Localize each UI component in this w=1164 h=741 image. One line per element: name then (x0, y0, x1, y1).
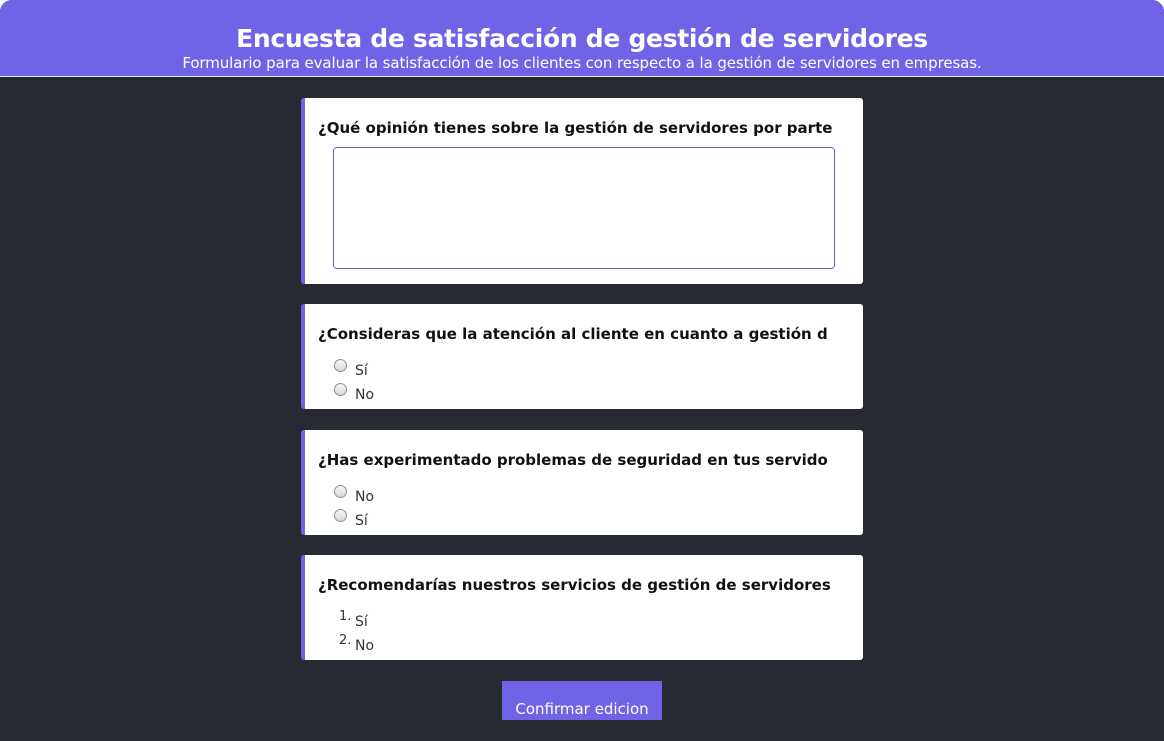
option-label: No (355, 387, 375, 403)
list-number: 1. (339, 609, 352, 624)
question-text: ¿Qué opinión tienes sobre la gestión de … (318, 119, 833, 137)
survey-page: Encuesta de satisfacción de gestión de s… (0, 0, 1164, 741)
option-label: Sí (355, 614, 368, 630)
option-label: Sí (355, 363, 368, 379)
question-card-recommend: ¿Recomendarías nuestros servicios de ges… (301, 555, 863, 660)
question-text: ¿Consideras que la atención al cliente e… (318, 325, 828, 343)
question-card-customer-service: ¿Consideras que la atención al cliente e… (301, 304, 863, 409)
option-label: Sí (355, 513, 368, 529)
question-text: ¿Recomendarías nuestros servicios de ges… (318, 576, 831, 594)
survey-title: Encuesta de satisfacción de gestión de s… (236, 24, 928, 53)
opinion-textarea[interactable] (333, 147, 835, 269)
survey-subtitle: Formulario para evaluar la satisfacción … (182, 54, 982, 72)
option-label: No (355, 638, 375, 654)
confirm-edit-button[interactable]: Confirmar edicion (502, 681, 662, 720)
radio-button[interactable] (334, 383, 347, 396)
survey-header: Encuesta de satisfacción de gestión de s… (0, 0, 1164, 77)
radio-button[interactable] (334, 485, 347, 498)
question-card-security: ¿Has experimentado problemas de segurida… (301, 430, 863, 535)
list-number: 2. (339, 633, 352, 648)
question-card-opinion: ¿Qué opinión tienes sobre la gestión de … (301, 98, 863, 284)
option-label: No (355, 489, 375, 505)
question-text: ¿Has experimentado problemas de segurida… (318, 451, 828, 469)
radio-button[interactable] (334, 359, 347, 372)
radio-button[interactable] (334, 509, 347, 522)
